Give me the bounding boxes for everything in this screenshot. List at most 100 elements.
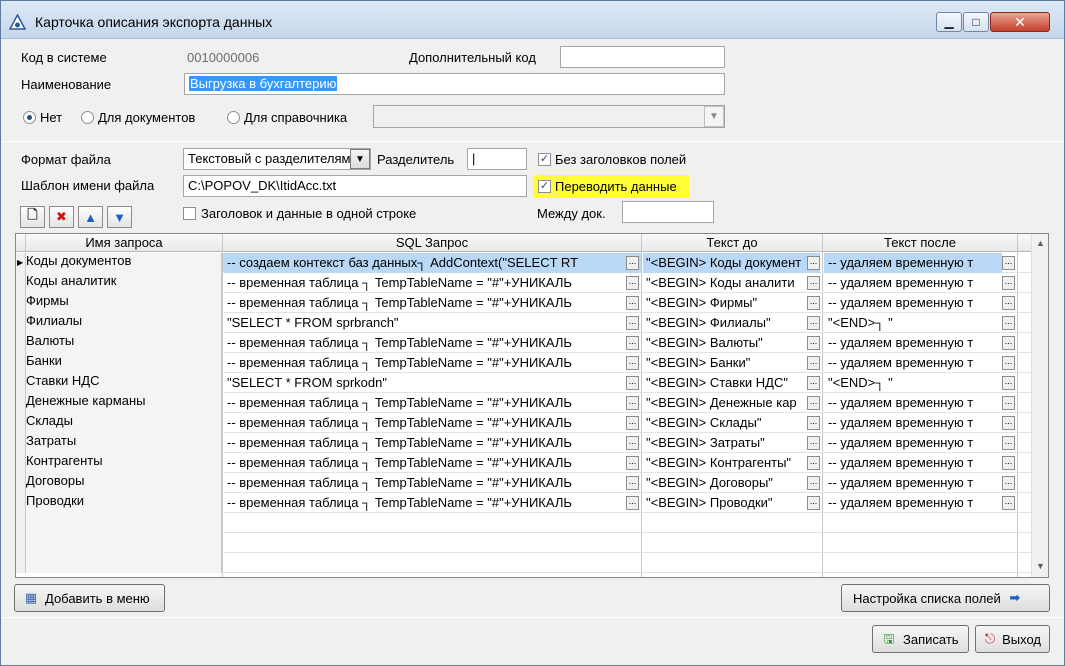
add-to-menu-button[interactable]: ▦ Добавить в меню <box>14 584 165 612</box>
before-ellipsis-button[interactable]: ... <box>807 336 820 350</box>
sql-ellipsis-button[interactable]: ... <box>626 476 639 490</box>
table-row[interactable]: ▶ Коды документов -- создаем контекст баз … <box>16 253 1032 273</box>
sql-cell[interactable]: "SELECT * FROM sprbranch" <box>223 313 641 333</box>
query-name-cell[interactable]: Банки <box>26 353 222 373</box>
table-row[interactable]: Склады -- временная таблица ┐ TempTableNa… <box>16 413 1032 433</box>
before-ellipsis-button[interactable]: ... <box>807 276 820 290</box>
text-after-cell[interactable]: -- удаляем временную т <box>824 253 1002 273</box>
table-row[interactable]: Коды аналитик -- временная таблица ┐ Temp… <box>16 273 1032 293</box>
text-before-cell[interactable]: "<BEGIN> Коды документ <box>643 253 820 273</box>
grid-scrollbar[interactable]: ▲ ▼ <box>1031 234 1048 577</box>
after-ellipsis-button[interactable]: ... <box>1002 436 1015 450</box>
after-ellipsis-button[interactable]: ... <box>1002 396 1015 410</box>
sql-ellipsis-button[interactable]: ... <box>626 416 639 430</box>
sql-cell[interactable]: "SELECT * FROM sprkodn" <box>223 373 641 393</box>
fields-setup-button[interactable]: Настройка списка полей ➡ <box>841 584 1050 612</box>
row-selector[interactable] <box>16 453 26 473</box>
table-row[interactable]: Филиалы "SELECT * FROM sprbranch"... "<BEG… <box>16 313 1032 333</box>
sql-ellipsis-button[interactable]: ... <box>626 256 639 270</box>
table-row[interactable]: Затраты -- временная таблица ┐ TempTableN… <box>16 433 1032 453</box>
row-selector[interactable] <box>16 333 26 353</box>
translate-checkbox[interactable]: ✓ <box>538 180 551 193</box>
before-ellipsis-button[interactable]: ... <box>807 436 820 450</box>
text-after-cell[interactable]: -- удаляем временную т <box>824 273 1002 293</box>
text-after-cell[interactable]: -- удаляем временную т <box>824 473 1002 493</box>
text-before-cell[interactable]: "<BEGIN> Валюты" <box>643 333 820 353</box>
row-selector[interactable] <box>16 353 26 373</box>
row-selector[interactable] <box>16 553 26 573</box>
before-ellipsis-button[interactable]: ... <box>807 456 820 470</box>
query-name-cell[interactable]: Склады <box>26 413 222 433</box>
after-ellipsis-button[interactable]: ... <box>1002 316 1015 330</box>
ref-select[interactable] <box>373 105 725 128</box>
text-before-cell[interactable]: "<BEGIN> Затраты" <box>643 433 820 453</box>
text-before-cell[interactable]: "<BEGIN> Коды аналити <box>643 273 820 293</box>
move-down-button[interactable]: ▼ <box>107 206 132 228</box>
table-row[interactable]: Денежные карманы -- временная таблица ┐ T… <box>16 393 1032 413</box>
query-name-cell[interactable]: Денежные карманы <box>26 393 222 413</box>
ref-dropdown-button[interactable]: ▼ <box>704 106 724 127</box>
text-after-cell[interactable]: -- удаляем временную т <box>824 493 1002 513</box>
sql-cell[interactable]: -- временная таблица ┐ TempTableName = "… <box>223 413 641 433</box>
query-name-cell[interactable]: Затраты <box>26 433 222 453</box>
text-after-cell[interactable]: -- удаляем временную т <box>824 433 1002 453</box>
header-query-name[interactable]: Имя запроса <box>26 234 223 252</box>
text-before-cell[interactable]: "<BEGIN> Банки" <box>643 353 820 373</box>
query-name-cell[interactable]: Коды аналитик <box>26 273 222 293</box>
move-up-button[interactable]: ▲ <box>78 206 103 228</box>
new-query-button[interactable]: 🗋 <box>20 206 45 228</box>
before-ellipsis-button[interactable]: ... <box>807 296 820 310</box>
sql-cell[interactable]: -- временная таблица ┐ TempTableName = "… <box>223 473 641 493</box>
table-row[interactable]: Банки -- временная таблица ┐ TempTableNam… <box>16 353 1032 373</box>
after-ellipsis-button[interactable]: ... <box>1002 336 1015 350</box>
table-row[interactable]: Контрагенты -- временная таблица ┐ TempTa… <box>16 453 1032 473</box>
sql-ellipsis-button[interactable]: ... <box>626 456 639 470</box>
row-selector[interactable] <box>16 373 26 393</box>
after-ellipsis-button[interactable]: ... <box>1002 416 1015 430</box>
before-ellipsis-button[interactable]: ... <box>807 396 820 410</box>
text-after-cell[interactable]: "<END>┐ " <box>824 313 1002 333</box>
sql-cell[interactable]: -- временная таблица ┐ TempTableName = "… <box>223 293 641 313</box>
header-text-after[interactable]: Текст после <box>823 234 1018 252</box>
after-ellipsis-button[interactable]: ... <box>1002 296 1015 310</box>
text-before-cell[interactable]: "<BEGIN> Проводки" <box>643 493 820 513</box>
before-ellipsis-button[interactable]: ... <box>807 476 820 490</box>
row-selector[interactable] <box>16 493 26 513</box>
row-selector[interactable] <box>16 513 26 533</box>
sql-cell[interactable]: -- временная таблица ┐ TempTableName = "… <box>223 273 641 293</box>
sql-ellipsis-button[interactable]: ... <box>626 276 639 290</box>
save-button[interactable]: 🖫 Записать <box>872 625 969 653</box>
after-ellipsis-button[interactable]: ... <box>1002 376 1015 390</box>
text-after-cell[interactable]: -- удаляем временную т <box>824 353 1002 373</box>
text-before-cell[interactable]: "<BEGIN> Филиалы" <box>643 313 820 333</box>
delete-query-button[interactable]: ✖ <box>49 206 74 228</box>
radio-none[interactable] <box>23 111 36 124</box>
table-row[interactable]: Валюты -- временная таблица ┐ TempTableNa… <box>16 333 1032 353</box>
text-before-cell[interactable]: "<BEGIN> Денежные кар <box>643 393 820 413</box>
scroll-down-icon[interactable]: ▼ <box>1036 561 1045 571</box>
text-before-cell[interactable]: "<BEGIN> Контрагенты" <box>643 453 820 473</box>
after-ellipsis-button[interactable]: ... <box>1002 256 1015 270</box>
close-button[interactable]: ✕ <box>990 12 1050 32</box>
sql-cell[interactable]: -- временная таблица ┐ TempTableName = "… <box>223 333 641 353</box>
row-selector[interactable] <box>16 313 26 333</box>
query-name-cell[interactable]: Валюты <box>26 333 222 353</box>
sql-cell[interactable]: -- временная таблица ┐ TempTableName = "… <box>223 493 641 513</box>
row-selector[interactable] <box>16 533 26 553</box>
template-input[interactable]: C:\POPOV_DK\ItidAcc.txt <box>183 175 527 197</box>
exit-button[interactable]: ⎋ Выход <box>975 625 1050 653</box>
query-name-cell[interactable]: Филиалы <box>26 313 222 333</box>
row-selector[interactable] <box>16 433 26 453</box>
sql-ellipsis-button[interactable]: ... <box>626 316 639 330</box>
file-format-dropdown-button[interactable]: ▼ <box>350 149 370 169</box>
query-name-cell[interactable]: Проводки <box>26 493 222 513</box>
after-ellipsis-button[interactable]: ... <box>1002 456 1015 470</box>
after-ellipsis-button[interactable]: ... <box>1002 496 1015 510</box>
separator-input[interactable]: | <box>467 148 527 170</box>
file-format-select[interactable]: Текстовый с разделителям <box>183 148 371 170</box>
table-row[interactable]: Ставки НДС "SELECT * FROM sprkodn"... "<BE… <box>16 373 1032 393</box>
name-input[interactable]: Выгрузка в бухгалтерию <box>184 73 725 95</box>
text-after-cell[interactable]: -- удаляем временную т <box>824 293 1002 313</box>
sql-cell[interactable]: -- временная таблица ┐ TempTableName = "… <box>223 453 641 473</box>
between-docs-input[interactable] <box>622 201 714 223</box>
